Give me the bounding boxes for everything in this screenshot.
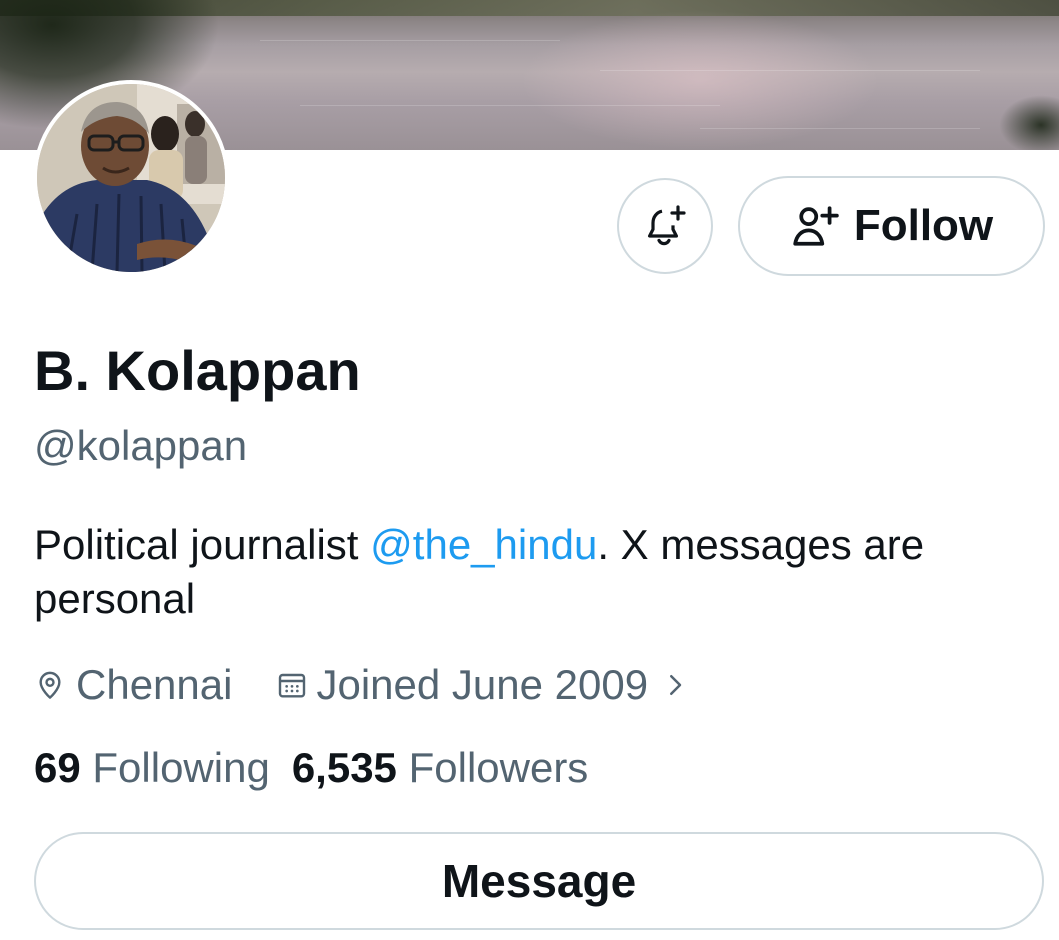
bio-mention-link[interactable]: @the_hindu	[370, 521, 597, 568]
following-label: Following	[92, 744, 270, 791]
profile-stats: 69 Following 6,535 Followers	[34, 744, 588, 792]
profile-handle: @kolappan	[34, 422, 248, 469]
banner-ripple	[260, 40, 560, 41]
profile-name: B. Kolappan	[34, 339, 361, 402]
banner-ripple	[300, 105, 720, 106]
follow-button-label: Follow	[853, 201, 994, 250]
location-text: Chennai	[76, 661, 233, 708]
notifications-button[interactable]	[617, 178, 713, 274]
profile-location: Chennai	[34, 661, 232, 709]
follow-button[interactable]: Follow	[738, 176, 1045, 276]
followers-count: 6,535	[291, 744, 397, 791]
person-plus-icon	[793, 206, 839, 246]
message-button[interactable]: Message	[34, 832, 1044, 930]
banner-sunset-reflection	[520, 10, 880, 150]
bio-text: Political journalist	[34, 521, 371, 568]
following-link[interactable]: 69 Following	[34, 744, 270, 791]
profile-bio: Political journalist @the_hindu. X messa…	[34, 518, 1034, 626]
profile-joined[interactable]: Joined June 2009	[276, 661, 690, 709]
profile-meta: Chennai Joined June 2009	[34, 658, 690, 712]
followers-label: Followers	[408, 744, 589, 791]
bell-plus-icon	[648, 205, 686, 246]
chevron-right-icon	[670, 675, 682, 695]
location-pin-icon	[39, 671, 61, 699]
banner-tree-right	[999, 95, 1059, 150]
banner-ripple	[700, 128, 980, 129]
joined-text: Joined June 2009	[316, 661, 649, 708]
followers-link[interactable]: 6,535 Followers	[292, 744, 589, 791]
avatar-photo	[37, 84, 225, 272]
calendar-icon	[279, 673, 306, 698]
avatar[interactable]	[33, 80, 229, 276]
message-button-label: Message	[441, 855, 637, 907]
banner-ripple	[600, 70, 980, 71]
following-count: 69	[34, 744, 81, 791]
